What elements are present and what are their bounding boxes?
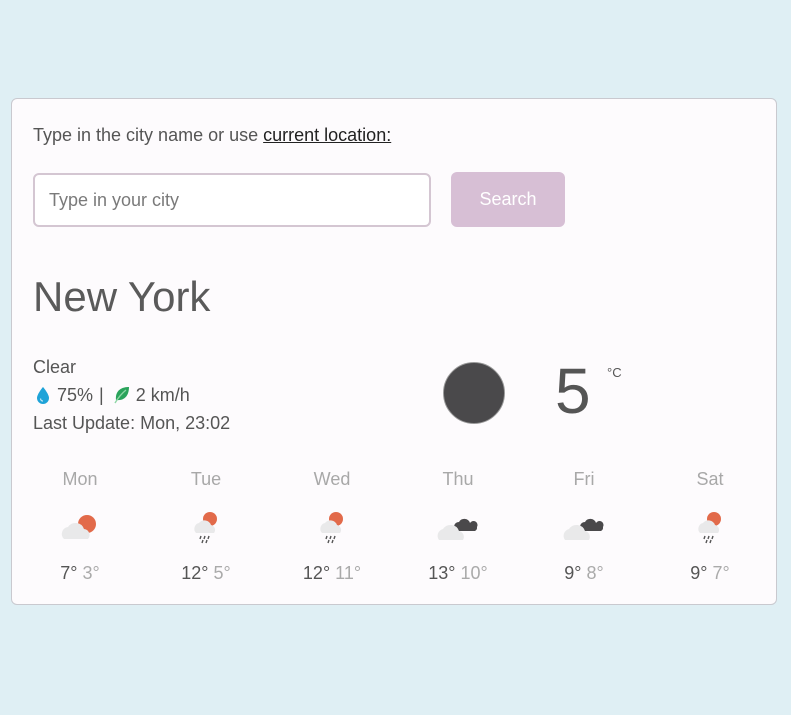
forecast-row: Mon 7° 3° Tue 12° 5° Wed 12° 11° Thu 13°…: [17, 469, 773, 584]
current-details: Clear 75% | 2 km/h Last Update: Mon, 23:…: [33, 353, 230, 437]
forecast-temps: 7° 3°: [17, 563, 143, 584]
water-drop-icon: [33, 385, 53, 405]
forecast-low: 3°: [82, 563, 100, 583]
humidity-wind-row: 75% | 2 km/h: [33, 381, 230, 409]
leaf-icon: [112, 385, 132, 405]
cloudy-icon: [563, 518, 604, 540]
wind-value: 2 km/h: [135, 385, 190, 405]
partly-cloudy-icon: [61, 515, 96, 539]
current-temperature: 5: [555, 355, 591, 427]
forecast-high: 13°: [428, 563, 456, 583]
forecast-day: Fri 9° 8°: [521, 469, 647, 584]
forecast-day-name: Wed: [313, 469, 351, 489]
forecast-low: 11°: [335, 563, 362, 583]
forecast-day-name: Sat: [696, 469, 724, 489]
clear-night-moon-icon: [443, 362, 505, 424]
forecast-day-name: Mon: [62, 469, 98, 489]
forecast-high: 12°: [302, 563, 331, 583]
city-name: New York: [33, 273, 211, 320]
last-update: Last Update: Mon, 23:02: [33, 413, 231, 433]
separator: |: [99, 385, 104, 405]
weather-card: Type in the city name or use current loc…: [11, 98, 777, 605]
forecast-temps: 13° 10°: [395, 563, 521, 584]
forecast-day: Sat 9° 7°: [647, 469, 773, 584]
forecast-temps: 12° 5°: [143, 563, 269, 584]
forecast-high: 9°: [690, 563, 708, 583]
forecast-high: 7°: [60, 563, 78, 583]
forecast-temps: 12° 11°: [269, 563, 395, 584]
forecast-high: 12°: [181, 563, 209, 583]
forecast-temps: 9° 7°: [647, 563, 773, 584]
forecast-low: 5°: [213, 563, 231, 583]
temperature-unit: °C: [607, 365, 622, 380]
forecast-day: Tue 12° 5°: [143, 469, 269, 584]
city-search-input[interactable]: [33, 173, 431, 227]
forecast-day: Wed 12° 11°: [269, 469, 395, 584]
rain-sun-icon: [194, 512, 217, 544]
forecast-day: Mon 7° 3°: [17, 469, 143, 584]
forecast-low: 10°: [460, 563, 488, 583]
forecast-high: 9°: [564, 563, 582, 583]
weather-description: Clear: [33, 357, 77, 377]
prompt-text: Type in the city name or use: [33, 125, 259, 145]
humidity-value: 75%: [57, 385, 94, 405]
forecast-day-name: Fri: [573, 469, 595, 489]
forecast-day-name: Tue: [190, 469, 222, 489]
forecast-temps: 9° 8°: [521, 563, 647, 584]
rain-sun-icon: [698, 512, 721, 544]
rain-sun-icon: [320, 512, 343, 544]
cloudy-icon: [437, 518, 478, 540]
forecast-low: 8°: [586, 563, 604, 583]
forecast-day: Thu 13° 10°: [395, 469, 521, 584]
forecast-day-name: Thu: [442, 469, 474, 489]
forecast-low: 7°: [712, 563, 730, 583]
current-location-link[interactable]: current location:: [263, 125, 391, 145]
search-prompt: Type in the city name or use current loc…: [33, 125, 391, 146]
search-button[interactable]: Search: [451, 172, 565, 227]
